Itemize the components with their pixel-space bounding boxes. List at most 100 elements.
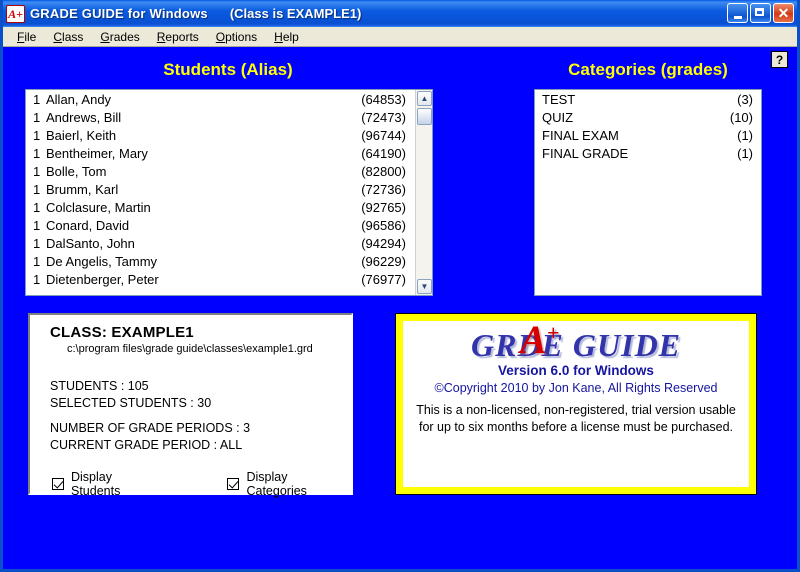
menu-item-class[interactable]: Class <box>45 29 92 45</box>
scrollbar-thumb[interactable] <box>417 108 432 125</box>
scroll-down-icon[interactable]: ▼ <box>417 279 432 294</box>
student-select-flag: 1 <box>33 182 41 197</box>
student-alias: (82800) <box>361 164 406 179</box>
checkbox-checked-icon[interactable] <box>52 478 64 490</box>
menu-label-options: ptions <box>225 29 258 44</box>
student-name: Dietenberger, Peter <box>46 272 159 287</box>
student-name: Bolle, Tom <box>46 164 107 179</box>
student-alias: (92765) <box>361 200 406 215</box>
menu-item-options[interactable]: Options <box>208 29 266 45</box>
student-select-flag: 1 <box>33 272 41 287</box>
maximize-button[interactable] <box>750 3 771 23</box>
menu-label-help: elp <box>282 29 299 44</box>
student-select-flag: 1 <box>33 164 41 179</box>
student-select-flag: 1 <box>33 92 41 107</box>
title-bar: A+ GRADE GUIDE for Windows (Class is EXA… <box>3 0 797 27</box>
list-item[interactable]: 1 Baierl, Keith (96744) <box>26 127 415 145</box>
list-item[interactable]: FINAL EXAM (1) <box>535 127 761 145</box>
display-students-checkbox[interactable]: Display Students <box>52 470 164 498</box>
students-scrollbar[interactable]: ▲ ▼ <box>415 90 432 295</box>
students-section-title: Students (Alias) <box>163 60 293 79</box>
class-title: CLASS: EXAMPLE1 <box>50 324 194 341</box>
window-title-class-indicator: (Class is EXAMPLE1) <box>229 6 362 21</box>
display-students-label: Display Students <box>71 470 121 498</box>
student-name: Conard, David <box>46 218 130 233</box>
selected-students-line: SELECTED STUDENTS : 30 <box>50 396 212 410</box>
category-name: FINAL EXAM <box>542 128 619 143</box>
list-item[interactable]: 1 Andrews, Bill (72473) <box>26 109 415 127</box>
display-categories-label: Display Categories <box>246 470 307 498</box>
display-options: Display Students Display Categories <box>30 470 351 498</box>
menu-item-reports[interactable]: Reports <box>149 29 208 45</box>
window-title: GRADE GUIDE for Windows <box>30 6 208 21</box>
list-item[interactable]: 1 Bolle, Tom (82800) <box>26 163 415 181</box>
menu-accel-options: O <box>215 29 226 44</box>
close-icon: ✕ <box>777 4 790 21</box>
window-controls: ✕ <box>727 3 794 23</box>
student-name: De Angelis, Tammy <box>46 254 158 269</box>
list-item[interactable]: QUIZ (10) <box>535 109 761 127</box>
student-alias: (96586) <box>361 218 406 233</box>
list-item[interactable]: 1 Colclasure, Martin (92765) <box>26 199 415 217</box>
student-select-flag: 1 <box>33 200 41 215</box>
students-list-inner: 1 Allan, Andy (64853) 1 Andrews, Bill (72473… <box>26 91 415 295</box>
scroll-up-icon[interactable]: ▲ <box>417 91 432 106</box>
menu-label-class: lass <box>62 29 84 44</box>
current-period-line: CURRENT GRADE PERIOD : ALL <box>50 438 243 452</box>
minimize-button[interactable] <box>727 3 748 23</box>
list-item[interactable]: TEST (3) <box>535 91 761 109</box>
student-name: Andrews, Bill <box>46 110 122 125</box>
student-select-flag: 1 <box>33 128 41 143</box>
student-alias: (72736) <box>361 182 406 197</box>
list-item[interactable]: 1 De Angelis, Tammy (96229) <box>26 253 415 271</box>
list-item[interactable]: 1 Allan, Andy (64853) <box>26 91 415 109</box>
logo-inner: GR A + DE GUIDE Version 6.0 for Windows ©Co… <box>403 321 749 487</box>
student-name: Bentheimer, Mary <box>46 146 148 161</box>
student-alias: (96229) <box>361 254 406 269</box>
category-name: TEST <box>542 92 576 107</box>
student-alias: (72473) <box>361 110 406 125</box>
student-alias: (76977) <box>361 272 406 287</box>
app-icon-label: A+ <box>8 6 23 21</box>
category-count: (1) <box>737 146 753 161</box>
student-alias: (96744) <box>361 128 406 143</box>
grade-guide-logo: GR A + DE GUIDE <box>470 321 681 363</box>
categories-list-inner: TEST (3) QUIZ (10) FINAL EXAM (1) FINAL GRA… <box>535 91 761 295</box>
students-listbox[interactable]: 1 Allan, Andy (64853) 1 Andrews, Bill (72473… <box>25 89 433 296</box>
grade-periods-line: NUMBER OF GRADE PERIODS : 3 <box>50 421 251 435</box>
close-button[interactable]: ✕ <box>773 3 794 23</box>
menu-accel-class: C <box>53 29 63 44</box>
category-name: QUIZ <box>542 110 574 125</box>
class-statistics: STUDENTS : 105 SELECTED STUDENTS : 30 NU… <box>30 378 351 454</box>
category-count: (10) <box>729 110 753 125</box>
application-window: A+ GRADE GUIDE for Windows (Class is EXA… <box>0 0 800 572</box>
student-alias: (64853) <box>361 92 406 107</box>
logo-big-a-icon: A <box>519 321 548 362</box>
list-item[interactable]: 1 Dietenberger, Peter (76977) <box>26 271 415 289</box>
student-select-flag: 1 <box>33 254 41 269</box>
list-item[interactable]: 1 DalSanto, John (94294) <box>26 235 415 253</box>
logo-prefix: GR <box>470 327 518 363</box>
categories-listbox[interactable]: TEST (3) QUIZ (10) FINAL EXAM (1) FINAL GRA… <box>534 89 762 296</box>
client-area: ? Students (Alias) Categories (grades) 1… <box>3 47 797 569</box>
list-item[interactable]: 1 Bentheimer, Mary (64190) <box>26 145 415 163</box>
menu-bar: File Class Grades Reports Options Help <box>3 27 797 47</box>
trial-notice: This is a non-licensed, non-registered, … <box>403 402 749 436</box>
student-name: Brumm, Karl <box>46 182 119 197</box>
help-button[interactable]: ? <box>771 51 788 68</box>
trial-notice-line2: for up to six months before a license mu… <box>418 420 734 434</box>
class-file-path: c:\program files\grade guide\classes\exa… <box>67 343 313 355</box>
student-name: Baierl, Keith <box>46 128 117 143</box>
category-count: (3) <box>737 92 753 107</box>
display-categories-checkbox[interactable]: Display Categories <box>227 470 351 498</box>
menu-item-grades[interactable]: Grades <box>92 29 148 45</box>
list-item[interactable]: FINAL GRADE (1) <box>535 145 761 163</box>
menu-accel-help: H <box>274 29 283 44</box>
categories-section-title: Categories (grades) <box>568 60 728 79</box>
list-item[interactable]: 1 Conard, David (96586) <box>26 217 415 235</box>
checkbox-checked-icon[interactable] <box>227 478 240 490</box>
menu-item-file[interactable]: File <box>9 29 45 45</box>
students-count-line: STUDENTS : 105 <box>50 379 149 393</box>
menu-item-help[interactable]: Help <box>266 29 308 45</box>
list-item[interactable]: 1 Brumm, Karl (72736) <box>26 181 415 199</box>
